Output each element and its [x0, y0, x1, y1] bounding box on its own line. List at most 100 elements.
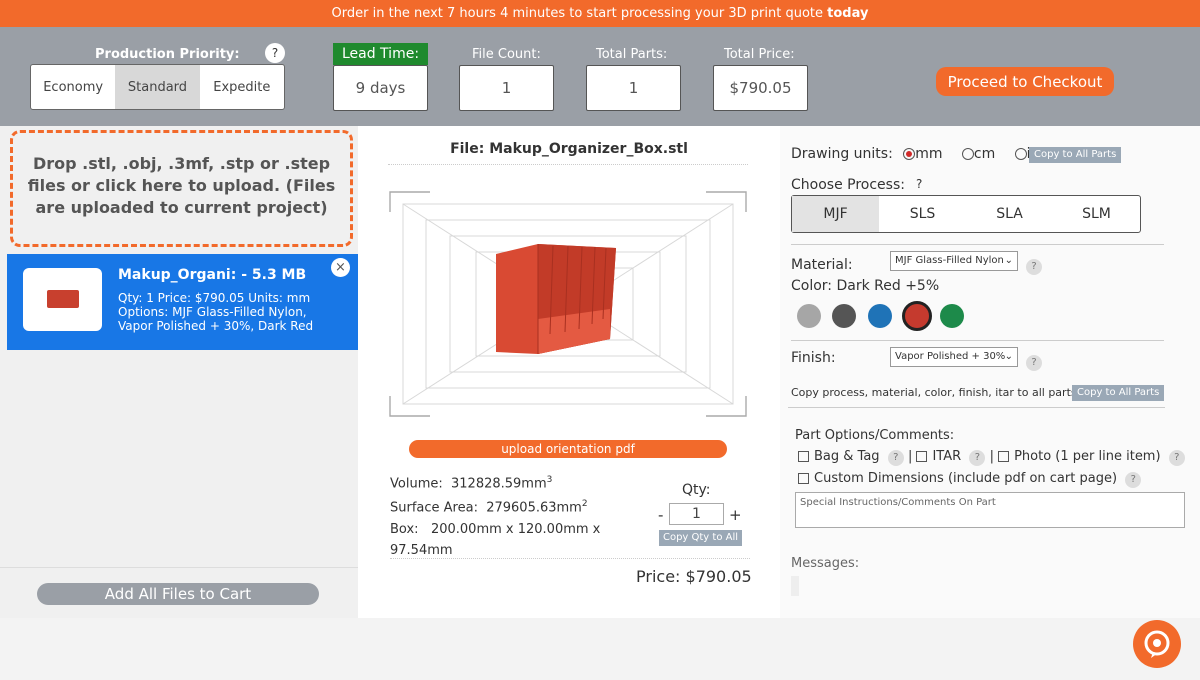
- volume-value: 312828.59mm: [451, 476, 547, 492]
- process-mjf[interactable]: MJF: [792, 196, 879, 232]
- box-label: Box:: [390, 521, 419, 537]
- material-help-icon[interactable]: ?: [1026, 254, 1042, 275]
- upload-dropzone[interactable]: Drop .stl, .obj, .3mf, .stp or .step fil…: [10, 130, 353, 247]
- comments-textarea[interactable]: Special Instructions/Comments On Part: [795, 492, 1185, 528]
- color-label: Color: Dark Red +5%: [791, 278, 940, 294]
- priority-standard[interactable]: Standard: [115, 65, 200, 109]
- part-thumbnail-icon: [47, 290, 79, 308]
- drawing-units-label: Drawing units:: [791, 146, 893, 162]
- process-sla[interactable]: SLA: [966, 196, 1053, 232]
- file-card[interactable]: Makup_Organi: - 5.3 MB Qty: 1 Price: $79…: [7, 254, 358, 350]
- part-price: Price: $790.05: [636, 567, 752, 586]
- process-label: Choose Process:: [791, 177, 905, 193]
- total-parts-value: 1: [586, 65, 681, 111]
- custom-dims-row: Custom Dimensions (include pdf on cart p…: [798, 471, 1142, 488]
- volume-row: Volume: 312828.59mm3: [390, 470, 615, 494]
- proceed-to-checkout-button[interactable]: Proceed to Checkout: [936, 67, 1114, 96]
- process-sls[interactable]: SLS: [879, 196, 966, 232]
- photo-checkbox[interactable]: [998, 451, 1010, 462]
- custom-dims-help-icon[interactable]: ?: [1125, 472, 1142, 488]
- finish-select[interactable]: Vapor Polished + 30% ⌄: [890, 347, 1018, 367]
- 3d-viewer[interactable]: [388, 184, 748, 424]
- part-options-label: Part Options/Comments:: [795, 428, 955, 443]
- material-select[interactable]: MJF Glass-Filled Nylon ⌄: [890, 251, 1018, 271]
- divider: [388, 164, 748, 165]
- volume-label: Volume:: [390, 476, 443, 492]
- qty-increment-button[interactable]: +: [729, 506, 742, 524]
- photo-label: Photo (1 per line item): [1014, 449, 1161, 464]
- color-swatch-blue[interactable]: [868, 304, 892, 328]
- copy-units-button[interactable]: Copy to All Parts: [1029, 147, 1122, 163]
- file-name-text: Makup_Organi:: [118, 267, 237, 283]
- file-info: Qty: 1 Price: $790.05 Units: mm Options:…: [118, 291, 343, 333]
- file-options-line: Options: MJF Glass-Filled Nylon, Vapor P…: [118, 305, 314, 333]
- copy-qty-to-all-button[interactable]: Copy Qty to All: [659, 530, 742, 546]
- lead-time-label: Lead Time:: [333, 43, 428, 65]
- file-thumbnail: [23, 268, 102, 331]
- promo-banner: Order in the next 7 hours 4 minutes to s…: [0, 0, 1200, 27]
- area-unit-exponent: 2: [581, 499, 588, 510]
- chevron-down-icon: ⌄: [1004, 255, 1013, 266]
- box-value: 200.00mm x 120.00mm x 97.54mm: [390, 521, 601, 558]
- color-swatch-gray[interactable]: [797, 304, 821, 328]
- units-mm-radio[interactable]: [903, 148, 916, 160]
- bag-tag-checkbox[interactable]: [798, 451, 809, 462]
- upload-orientation-pdf-button[interactable]: upload orientation pdf: [409, 440, 727, 458]
- total-price-label: Total Price:: [724, 47, 795, 62]
- itar-checkbox[interactable]: [916, 451, 928, 462]
- custom-dims-checkbox[interactable]: [798, 473, 809, 484]
- file-count-label: File Count:: [472, 47, 541, 62]
- priority-help-icon[interactable]: ?: [265, 43, 285, 63]
- units-in-radio[interactable]: [1014, 148, 1027, 160]
- close-icon[interactable]: ×: [331, 258, 350, 277]
- bag-tag-label: Bag & Tag: [814, 449, 880, 464]
- units-mm-label: mm: [915, 146, 943, 162]
- units-cm-radio[interactable]: [961, 148, 974, 160]
- part-detail-panel: File: Makup_Organizer_Box.stl upload ori…: [358, 126, 780, 618]
- qty-label: Qty:: [682, 482, 711, 498]
- banner-text-bold: today: [827, 6, 869, 21]
- box-row: Box: 200.00mm x 120.00mm x 97.54mm: [390, 519, 615, 561]
- file-name: Makup_Organi: - 5.3 MB: [118, 267, 306, 283]
- volume-unit-exponent: 3: [546, 475, 553, 485]
- material-value: MJF Glass-Filled Nylon: [895, 255, 1004, 266]
- file-size: - 5.3 MB: [236, 267, 307, 283]
- lead-time-value: 9 days: [333, 65, 428, 111]
- qty-decrement-button[interactable]: -: [658, 506, 663, 524]
- 3d-viewer-canvas[interactable]: [388, 184, 748, 424]
- process-slm[interactable]: SLM: [1053, 196, 1140, 232]
- help-icon: ?: [1026, 355, 1042, 371]
- color-swatch-green[interactable]: [940, 304, 964, 328]
- part-options-panel: Drawing units: mm cm in Copy to All Part…: [780, 126, 1200, 618]
- itar-help-icon[interactable]: ?: [969, 450, 986, 466]
- photo-help-icon[interactable]: ?: [1168, 450, 1185, 466]
- copy-all-text: Copy process, material, color, finish, i…: [791, 386, 1081, 399]
- messages-label: Messages:: [791, 556, 860, 571]
- priority-label: Production Priority:: [95, 47, 240, 62]
- chat-button[interactable]: [1133, 620, 1181, 668]
- priority-economy[interactable]: Economy: [31, 65, 115, 109]
- area-row: Surface Area: 279605.63mm2: [390, 494, 615, 518]
- qty-input[interactable]: 1: [669, 503, 724, 525]
- part-options-row: Bag & Tag ? | ITAR ? | Photo (1 per line…: [798, 449, 1185, 466]
- priority-expedite[interactable]: Expedite: [200, 65, 284, 109]
- finish-help-icon[interactable]: ?: [1026, 350, 1042, 371]
- quote-header: Production Priority: ? Economy Standard …: [0, 27, 1200, 126]
- color-swatch-charcoal[interactable]: [832, 304, 856, 328]
- total-price-value: $790.05: [713, 65, 808, 111]
- part-stats: Volume: 312828.59mm3 Surface Area: 27960…: [390, 470, 615, 561]
- bag-tag-help-icon[interactable]: ?: [887, 450, 904, 466]
- finish-value: Vapor Polished + 30%: [895, 351, 1006, 362]
- total-parts-label: Total Parts:: [596, 47, 668, 62]
- divider: [0, 567, 358, 568]
- file-count-value: 1: [459, 65, 554, 111]
- itar-label: ITAR: [932, 449, 962, 464]
- file-list-panel: Drop .stl, .obj, .3mf, .stp or .step fil…: [0, 126, 358, 618]
- add-all-to-cart-button[interactable]: Add All Files to Cart: [37, 583, 319, 605]
- process-help-icon[interactable]: ?: [916, 177, 922, 191]
- file-qty-line: Qty: 1 Price: $790.05 Units: mm: [118, 291, 311, 305]
- divider: [788, 407, 1165, 408]
- copy-to-all-parts-button[interactable]: Copy to All Parts: [1072, 385, 1165, 401]
- divider: [791, 340, 1164, 341]
- color-swatch-dark-red[interactable]: [902, 301, 932, 331]
